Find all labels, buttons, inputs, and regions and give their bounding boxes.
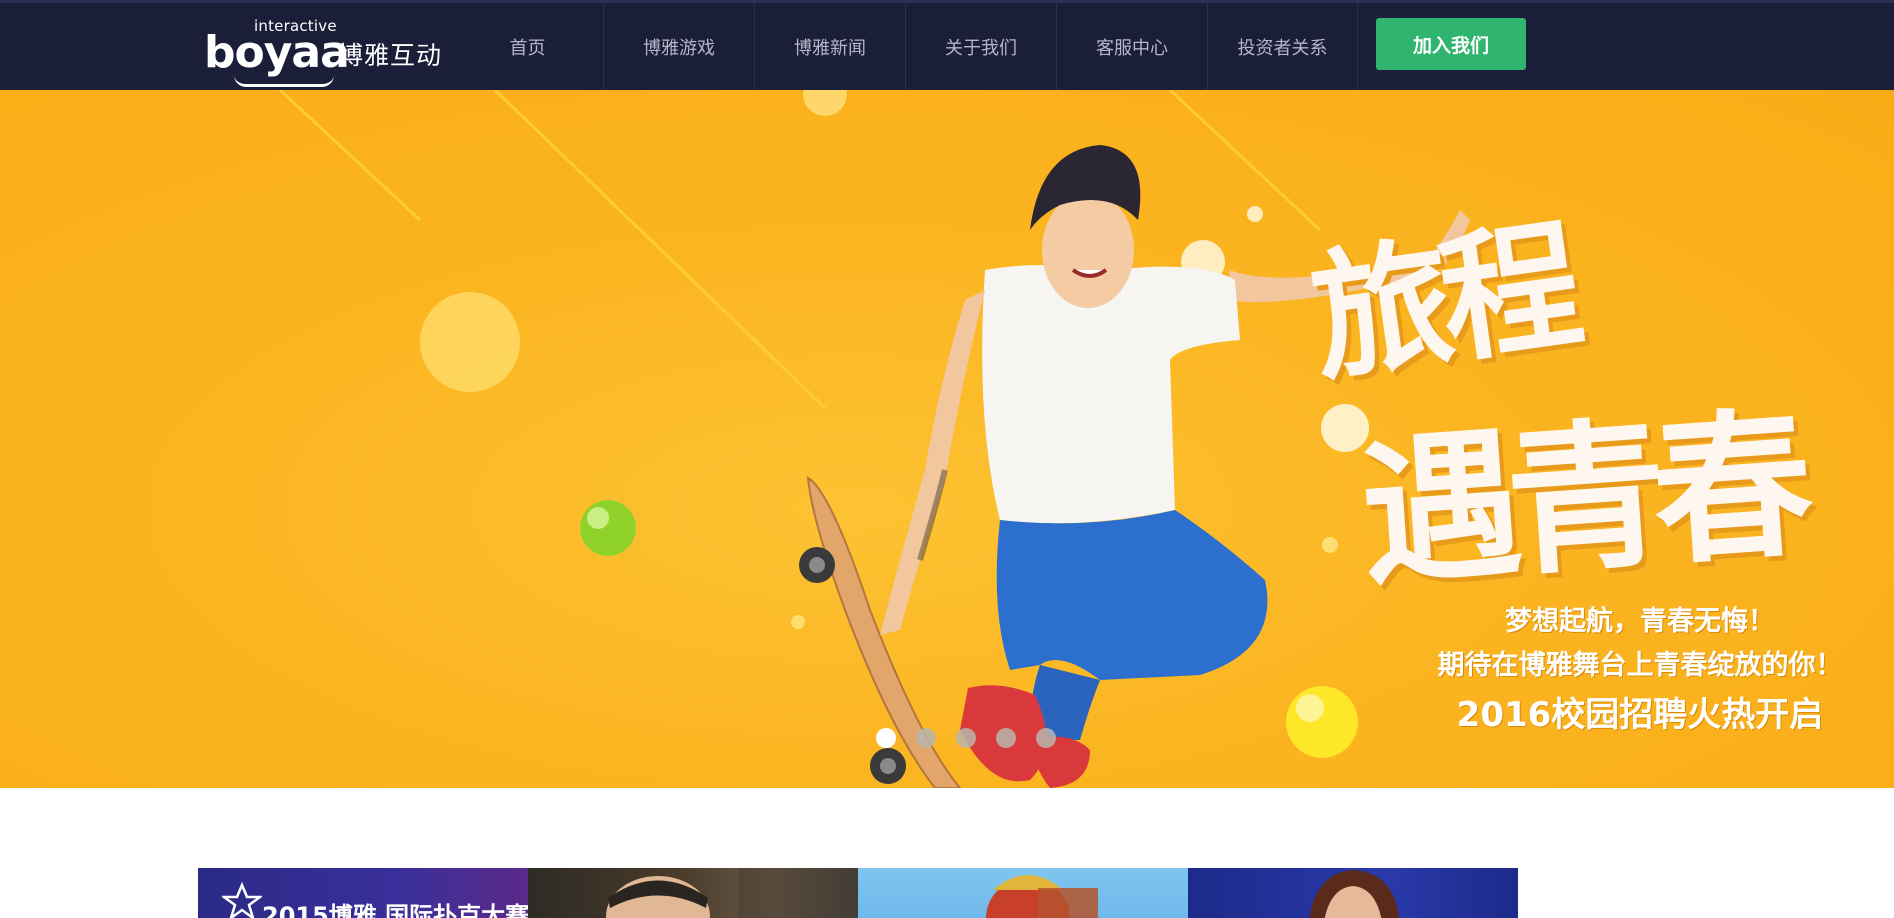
bokeh-circle <box>803 90 847 116</box>
hero-caption-line1: 梦想起航，青春无悔！ <box>1505 606 1775 637</box>
feature-tile-portrait[interactable] <box>528 868 858 918</box>
character-thumbnail <box>1309 870 1400 918</box>
light-streak <box>278 90 422 222</box>
hero-headline-line2: 遇青春 <box>1354 390 1805 609</box>
bokeh-circle <box>1247 206 1263 222</box>
green-ball <box>580 500 636 556</box>
top-navigation-bar: interactive boyaa 博雅互动 首页 博雅游戏 博雅新闻 关于我们… <box>0 0 1894 90</box>
carousel-dot-5[interactable] <box>1036 728 1056 748</box>
nav-item-about[interactable]: 关于我们 <box>905 3 1056 90</box>
cartoon-game-thumbnail <box>986 875 1098 918</box>
feature-tile-poker-tournament[interactable]: 2015博雅 国际扑克大赛 <box>198 868 528 918</box>
bokeh-circle <box>420 292 520 392</box>
carousel-dot-3[interactable] <box>956 728 976 748</box>
carousel-pagination <box>876 728 1056 748</box>
hero-caption-line2: 期待在博雅舞台上青春绽放的你！ <box>1437 650 1843 681</box>
carousel-dot-1[interactable] <box>876 728 896 748</box>
hero-caption-line3: 2016校园招聘火热开启 <box>1456 695 1824 735</box>
bokeh-circle <box>1322 537 1338 553</box>
logo-smile-mark <box>234 75 334 87</box>
join-us-button[interactable]: 加入我们 <box>1376 18 1526 70</box>
logo-wordmark: boyaa <box>204 27 350 78</box>
main-nav: 首页 博雅游戏 博雅新闻 关于我们 客服中心 投资者关系 <box>452 3 1358 90</box>
light-streak <box>493 90 827 410</box>
nav-item-investors[interactable]: 投资者关系 <box>1207 3 1358 90</box>
portrait-thumbnail <box>606 868 858 918</box>
hero-banner[interactable]: 旅程 遇青春 梦想起航，青春无悔！ 期待在博雅舞台上青春绽放的你！ 2016校园… <box>0 90 1894 788</box>
bokeh-circle <box>791 615 805 629</box>
nav-item-home[interactable]: 首页 <box>452 3 603 90</box>
yellow-ball <box>1286 686 1358 758</box>
feature-tile-caption: 2015博雅 国际扑克大赛 <box>262 902 528 918</box>
boyaa-logo[interactable]: interactive boyaa 博雅互动 <box>204 17 444 87</box>
carousel-dot-2[interactable] <box>916 728 936 748</box>
nav-item-games[interactable]: 博雅游戏 <box>603 3 754 90</box>
nav-item-support[interactable]: 客服中心 <box>1056 3 1207 90</box>
feature-tile-character[interactable] <box>1188 868 1518 918</box>
nav-item-news[interactable]: 博雅新闻 <box>754 3 905 90</box>
feature-tile-cartoon-game[interactable] <box>858 868 1188 918</box>
feature-tiles: 2015博雅 国际扑克大赛 <box>198 868 1518 918</box>
logo-chinese-name: 博雅互动 <box>338 41 443 70</box>
hero-caption: 梦想起航，青春无悔！ 期待在博雅舞台上青春绽放的你！ 2016校园招聘火热开启 <box>1400 600 1880 740</box>
star-icon <box>222 882 262 918</box>
carousel-dot-4[interactable] <box>996 728 1016 748</box>
